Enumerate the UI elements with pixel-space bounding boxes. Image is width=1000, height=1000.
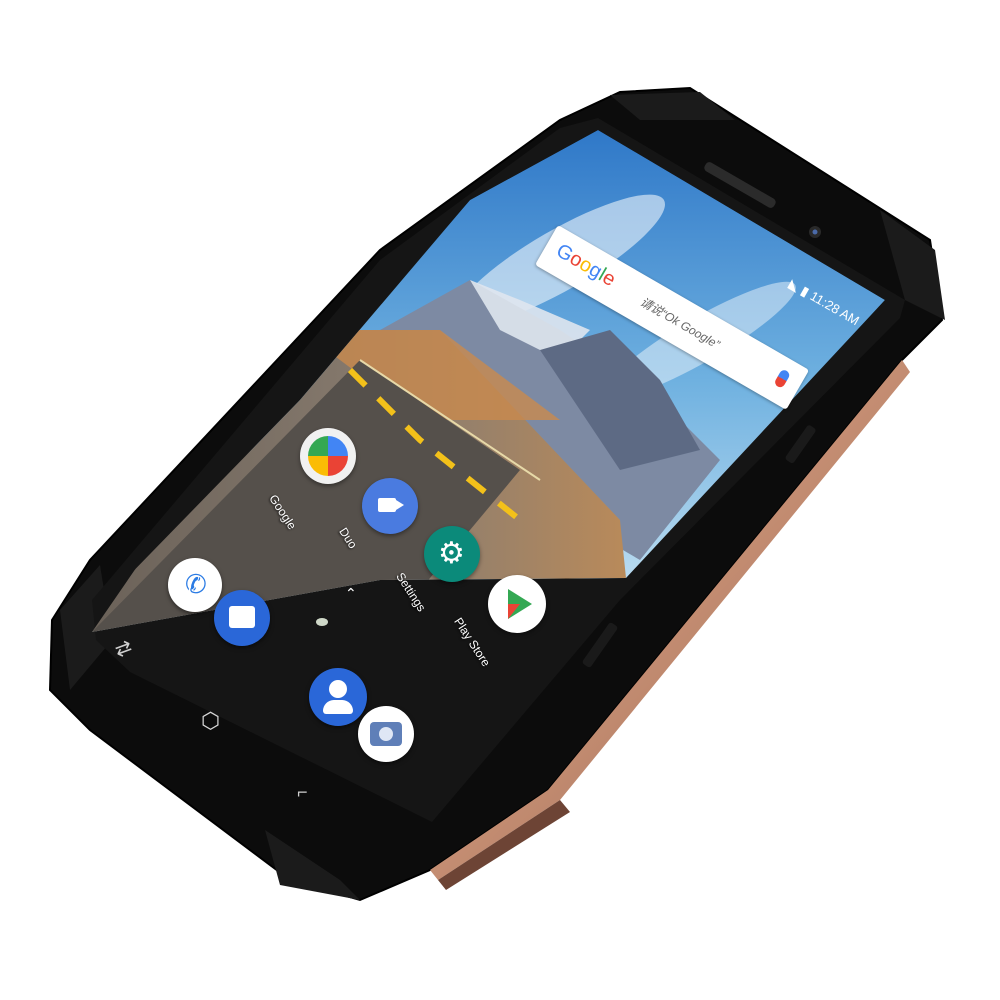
google-folder-icon: [308, 436, 348, 476]
rugged-phone: [48, 86, 945, 902]
app-google-folder[interactable]: [300, 428, 356, 484]
app-settings[interactable]: ⚙: [424, 526, 480, 582]
messages-icon: [229, 606, 255, 628]
dock-camera[interactable]: [358, 706, 414, 762]
app-play-store[interactable]: [488, 575, 546, 633]
settings-gear-icon: ⚙: [438, 536, 465, 571]
home-hexagon-icon[interactable]: ⬡: [201, 708, 220, 734]
mic-icon[interactable]: [773, 368, 792, 389]
dock-phone[interactable]: ✆: [168, 558, 222, 612]
app-duo[interactable]: [362, 478, 418, 534]
dock-contacts[interactable]: [309, 668, 367, 726]
assistant-indicator: [316, 618, 328, 626]
contacts-icon: [329, 680, 347, 698]
phone-icon: ✆: [185, 569, 207, 599]
duo-icon: [378, 498, 396, 512]
chevron-up-icon[interactable]: ⌃: [345, 585, 357, 602]
dock-messages[interactable]: [214, 590, 270, 646]
back-icon[interactable]: ⌐: [297, 782, 308, 803]
